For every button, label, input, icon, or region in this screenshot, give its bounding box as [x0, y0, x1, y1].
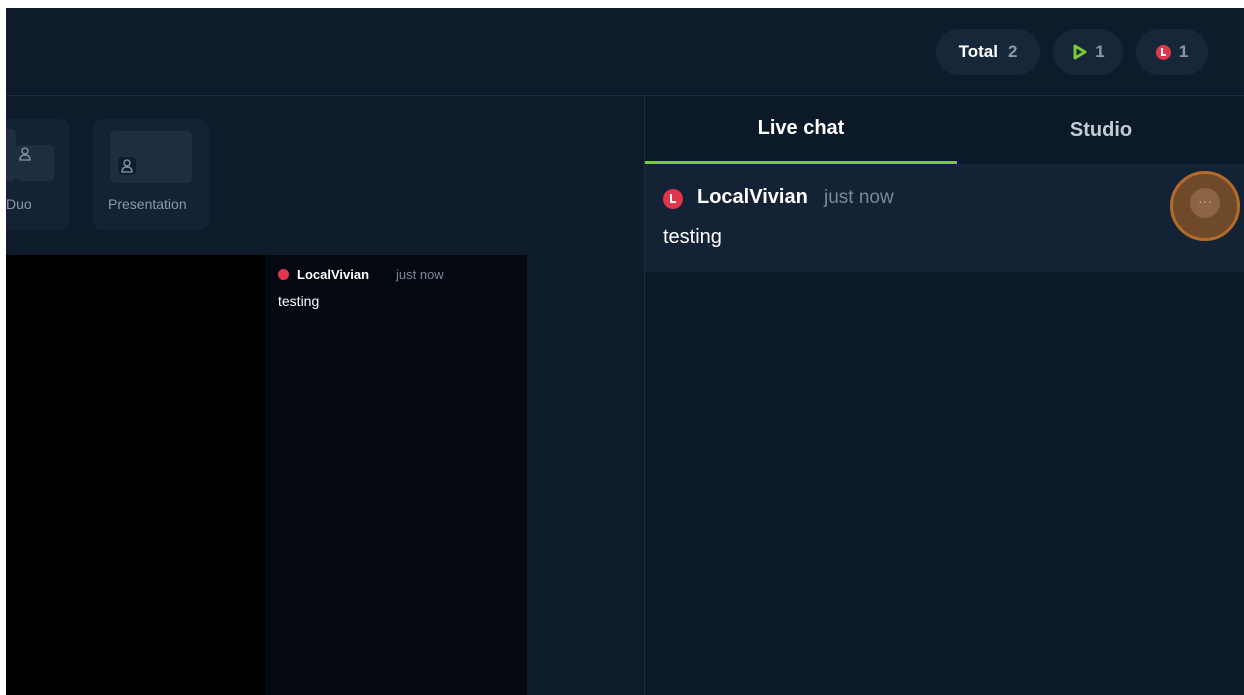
layout-thumb — [16, 145, 54, 181]
person-icon — [118, 157, 136, 175]
overlay-time: just now — [396, 267, 444, 282]
studio-app: Total 2 1 1 Duo Presentation LocalVivian… — [6, 8, 1244, 695]
more-options-icon: ··· — [1190, 188, 1220, 218]
restream-viewers-badge[interactable]: 1 — [1136, 29, 1208, 75]
play-icon — [1071, 44, 1087, 60]
youtube-count: 1 — [1095, 42, 1105, 61]
layout-label: Presentation — [108, 196, 187, 212]
restream-icon — [278, 269, 289, 280]
layout-label: Duo — [6, 196, 32, 212]
chat-message[interactable]: LocalVivian just now testing — [645, 164, 1244, 272]
layout-thumb — [110, 131, 192, 183]
layout-duo-card[interactable]: Duo — [6, 119, 70, 230]
total-label: Total — [958, 42, 998, 61]
total-count: 2 — [1007, 42, 1018, 61]
tab-studio[interactable]: Studio — [957, 96, 1244, 164]
stage-area: Duo Presentation LocalVivian just now te… — [6, 96, 644, 695]
layout-presentation-card[interactable]: Presentation — [93, 119, 209, 230]
message-more-button[interactable]: ··· — [1170, 171, 1240, 241]
person-icon — [16, 145, 34, 163]
message-time: just now — [824, 187, 894, 208]
restream-icon — [1155, 44, 1171, 60]
restream-count: 1 — [1178, 42, 1189, 61]
top-header: Total 2 1 1 — [6, 8, 1244, 96]
chat-tabs: Live chat Studio — [645, 96, 1244, 165]
layout-thumb — [6, 129, 16, 181]
youtube-viewers-badge[interactable]: 1 — [1053, 29, 1123, 75]
stage-chat-overlay: LocalVivian just now testing — [265, 255, 527, 695]
total-viewers-badge[interactable]: Total 2 — [936, 29, 1040, 75]
overlay-username: LocalVivian — [297, 267, 370, 282]
restream-icon — [663, 189, 683, 209]
tab-live-chat[interactable]: Live chat — [645, 96, 957, 164]
stage-video — [6, 255, 265, 695]
chat-panel: Live chat Studio LocalVivian just now te… — [644, 96, 1244, 695]
message-text: testing — [663, 226, 722, 248]
message-username: LocalVivian — [697, 186, 808, 208]
overlay-message: testing — [278, 293, 320, 309]
